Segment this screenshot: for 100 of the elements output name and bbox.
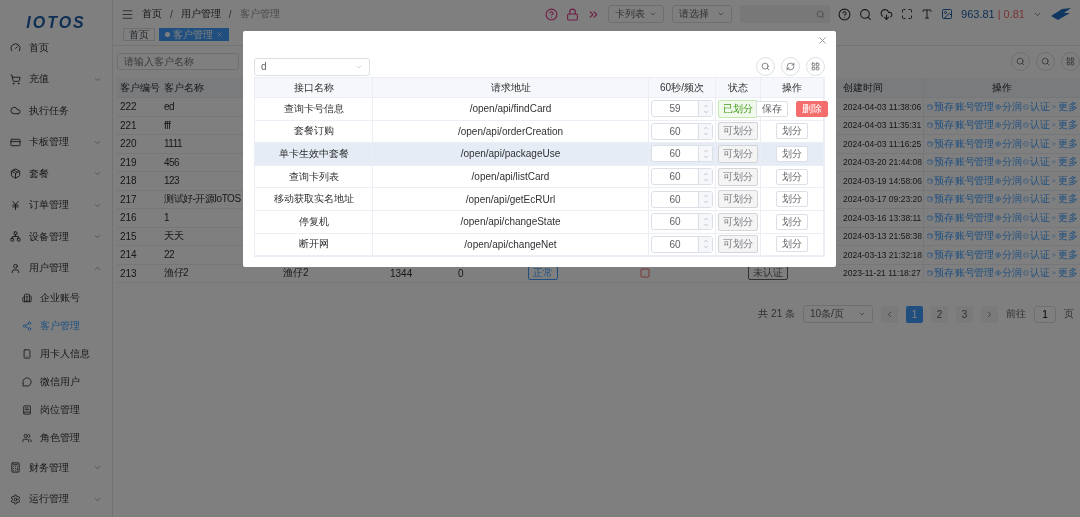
refresh-button[interactable] xyxy=(781,57,800,76)
search-button[interactable] xyxy=(1011,51,1030,71)
page-size-select[interactable]: 10条/页 xyxy=(803,305,873,323)
action-link[interactable]: 分润 xyxy=(995,99,1021,114)
text-size-icon[interactable] xyxy=(921,8,934,20)
action-button[interactable]: 划分 xyxy=(776,191,808,208)
action-link[interactable]: 更多 xyxy=(1051,99,1077,114)
stepper-arrows[interactable] xyxy=(698,101,712,117)
action-link[interactable]: 认证 xyxy=(1023,173,1049,188)
number-input[interactable]: 59 xyxy=(651,100,713,118)
sidebar-item[interactable]: 订单管理 xyxy=(0,189,112,221)
filter-select[interactable]: d xyxy=(254,57,370,76)
previous-page-button[interactable] xyxy=(881,305,898,323)
action-link[interactable]: 认证 xyxy=(1023,210,1049,225)
breadcrumb-item[interactable]: 首页 xyxy=(142,7,162,21)
sidebar-subitem[interactable]: 企业账号 xyxy=(0,284,112,312)
help-icon[interactable] xyxy=(545,7,559,21)
cloud-download-icon[interactable] xyxy=(880,7,894,21)
breadcrumb-item[interactable]: 用户管理 xyxy=(180,7,221,21)
action-link[interactable]: 更多 xyxy=(1051,210,1077,225)
number-input[interactable]: 60 xyxy=(651,213,713,231)
sidebar-item[interactable]: 运行管理 xyxy=(0,483,112,515)
sidebar-subitem[interactable]: 客户管理 xyxy=(0,312,112,340)
sidebar-item[interactable]: 首页 xyxy=(0,32,112,64)
action-link[interactable]: 账号管理 xyxy=(955,210,993,225)
grid-button[interactable] xyxy=(1061,51,1080,71)
action-link[interactable]: 分润 xyxy=(995,118,1021,133)
action-link[interactable]: 账号管理 xyxy=(955,99,993,114)
number-input[interactable]: 60 xyxy=(651,235,713,253)
action-link[interactable]: 更多 xyxy=(1051,173,1077,188)
action-button[interactable]: 保存 xyxy=(756,100,788,117)
sidebar-item[interactable]: 套餐 xyxy=(0,158,112,190)
sidebar-item[interactable]: 卡板管理 xyxy=(0,126,112,158)
page-tab[interactable]: 首页 xyxy=(123,28,155,41)
action-link[interactable]: 认证 xyxy=(1023,99,1049,114)
action-link[interactable]: 账号管理 xyxy=(955,192,993,207)
action-link[interactable]: 预存 xyxy=(927,99,953,114)
sidebar-subitem[interactable]: 微信用户 xyxy=(0,368,112,396)
search-field[interactable]: 请输入客户名称 xyxy=(117,52,239,70)
page-button[interactable]: 1 xyxy=(906,305,923,323)
action-link[interactable]: 更多 xyxy=(1051,229,1077,244)
action-link[interactable]: 分润 xyxy=(995,155,1021,170)
action-link[interactable]: 预存 xyxy=(927,118,953,133)
action-link[interactable]: 账号管理 xyxy=(955,118,993,133)
action-link[interactable]: 预存 xyxy=(927,192,953,207)
search-button[interactable] xyxy=(1036,51,1055,71)
search-button[interactable] xyxy=(756,57,775,76)
action-link[interactable]: 认证 xyxy=(1023,136,1049,151)
help-icon[interactable] xyxy=(838,7,852,21)
lock-icon[interactable] xyxy=(566,7,580,21)
page-button[interactable]: 2 xyxy=(931,305,948,323)
action-link[interactable]: 认证 xyxy=(1023,229,1049,244)
action-link[interactable]: 分润 xyxy=(995,266,1021,281)
action-link[interactable]: 认证 xyxy=(1023,155,1049,170)
action-link[interactable]: 更多 xyxy=(1051,266,1077,281)
sidebar-subitem[interactable]: 岗位管理 xyxy=(0,396,112,424)
action-link[interactable]: 账号管理 xyxy=(955,247,993,262)
action-link[interactable]: 分润 xyxy=(995,229,1021,244)
action-link[interactable]: 认证 xyxy=(1023,118,1049,133)
sidebar-subitem[interactable]: 角色管理 xyxy=(0,424,112,452)
action-link[interactable]: 预存 xyxy=(927,266,953,281)
stepper-arrows[interactable] xyxy=(698,214,712,230)
action-link[interactable]: 认证 xyxy=(1023,247,1049,262)
action-link[interactable]: 预存 xyxy=(927,136,953,151)
search-field[interactable] xyxy=(740,5,831,23)
stepper-arrows[interactable] xyxy=(698,191,712,207)
number-input[interactable]: 60 xyxy=(651,168,713,186)
action-link[interactable]: 分润 xyxy=(995,210,1021,225)
action-link[interactable]: 预存 xyxy=(927,247,953,262)
number-input[interactable]: 60 xyxy=(651,190,713,208)
action-link[interactable]: 认证 xyxy=(1023,266,1049,281)
image-icon[interactable] xyxy=(941,8,954,20)
sidebar-item[interactable]: 执行任务 xyxy=(0,95,112,127)
action-link[interactable]: 账号管理 xyxy=(955,229,993,244)
page-tab[interactable]: 客户管理 xyxy=(159,28,229,41)
sidebar-item[interactable]: 财务管理 xyxy=(0,452,112,484)
action-link[interactable]: 账号管理 xyxy=(955,173,993,188)
action-button[interactable]: 划分 xyxy=(776,123,808,140)
action-button[interactable]: 划分 xyxy=(776,236,808,253)
action-link[interactable]: 认证 xyxy=(1023,192,1049,207)
action-link[interactable]: 预存 xyxy=(927,173,953,188)
delete-button[interactable]: 删除 xyxy=(796,100,828,117)
sidebar-item[interactable]: 设备管理 xyxy=(0,221,112,253)
close-button[interactable] xyxy=(817,35,828,46)
action-link[interactable]: 更多 xyxy=(1051,192,1077,207)
avatar-logo-icon[interactable] xyxy=(1050,7,1072,21)
action-link[interactable]: 分润 xyxy=(995,192,1021,207)
search-icon[interactable] xyxy=(859,7,873,21)
page-button[interactable]: 3 xyxy=(956,305,973,323)
stepper-arrows[interactable] xyxy=(698,169,712,185)
number-input[interactable]: 60 xyxy=(651,122,713,140)
sidebar-item[interactable]: 用户管理 xyxy=(0,252,112,284)
select-field[interactable]: 卡列表 xyxy=(608,5,665,23)
stepper-arrows[interactable] xyxy=(698,146,712,162)
action-button[interactable]: 划分 xyxy=(776,213,808,230)
action-link[interactable]: 预存 xyxy=(927,210,953,225)
action-link[interactable]: 更多 xyxy=(1051,247,1077,262)
action-link[interactable]: 预存 xyxy=(927,155,953,170)
fullscreen-icon[interactable] xyxy=(901,8,914,20)
action-link[interactable]: 更多 xyxy=(1051,155,1077,170)
